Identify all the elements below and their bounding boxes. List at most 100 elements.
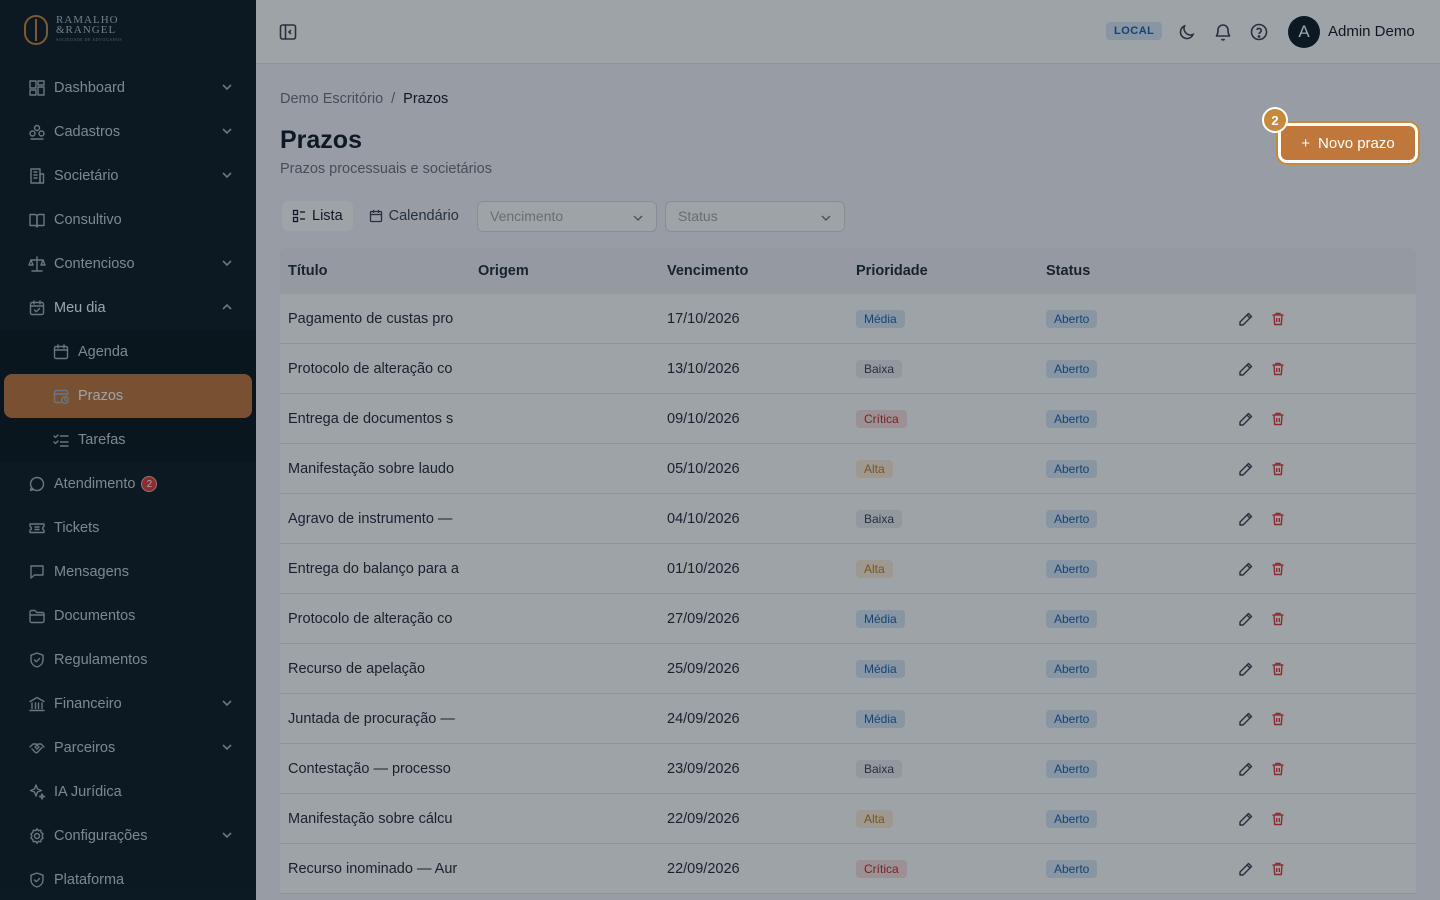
sidebar-item-prazos[interactable]: Prazos [4, 374, 252, 418]
pencil-icon[interactable] [1238, 611, 1254, 627]
view-list-button[interactable]: Lista [282, 201, 353, 231]
trash-icon[interactable] [1270, 611, 1286, 627]
trash-icon[interactable] [1270, 311, 1286, 327]
cell-titulo: Recurso de apelação [288, 660, 426, 677]
cell-actions [1228, 511, 1416, 527]
table-row[interactable]: Agravo de instrumento — 04/10/2026 Baixa Ab… [280, 494, 1416, 544]
table-row[interactable]: Protocolo de alteração co 27/09/2026 Média… [280, 594, 1416, 644]
user-name[interactable]: Admin Demo [1328, 23, 1415, 40]
trash-icon[interactable] [1270, 811, 1286, 827]
sidebar-item-agenda[interactable]: Agenda [4, 330, 252, 374]
column-header-vencimento[interactable]: Vencimento [659, 263, 848, 279]
pencil-icon[interactable] [1238, 361, 1254, 377]
sidebar-item-regulamentos[interactable]: Regulamentos [0, 638, 256, 682]
sidebar-item-dashboard[interactable]: Dashboard [0, 66, 256, 110]
sidebar-toggle-icon[interactable] [278, 22, 298, 42]
table-row[interactable]: Protocolo de alteração co 13/10/2026 Baixa… [280, 344, 1416, 394]
cell-actions [1228, 611, 1416, 627]
chevron-down-icon [220, 256, 234, 270]
trash-icon[interactable] [1270, 561, 1286, 577]
bell-icon[interactable] [1213, 22, 1233, 42]
trash-icon[interactable] [1270, 361, 1286, 377]
pencil-icon[interactable] [1238, 661, 1254, 677]
cell-prioridade: Média [848, 709, 1038, 728]
cell-prioridade: Crítica [848, 859, 1038, 878]
sidebar-item-meu-dia[interactable]: Meu dia [0, 286, 256, 330]
trash-icon[interactable] [1270, 511, 1286, 527]
cell-prioridade: Alta [848, 459, 1038, 478]
priority-badge: Crítica [856, 859, 907, 878]
status-select[interactable]: Status [665, 201, 845, 232]
new-deadline-button[interactable]: + Novo prazo [1281, 126, 1415, 160]
sidebar-item-label: Configurações [54, 828, 148, 844]
breadcrumb-separator: / [391, 91, 396, 107]
column-header-status[interactable]: Status [1038, 263, 1228, 279]
table-row[interactable]: Juntada de procuração — 24/09/2026 Média Ab… [280, 694, 1416, 744]
sidebar-item-plataforma[interactable]: Plataforma [0, 858, 256, 900]
trash-icon[interactable] [1270, 661, 1286, 677]
sidebar-submenu-meu-dia: Agenda Prazos Tarefas [0, 330, 256, 462]
table-row[interactable]: Contestação — processo 23/09/2026 Baixa Abe… [280, 744, 1416, 794]
user-avatar[interactable]: A [1288, 16, 1320, 48]
trash-icon[interactable] [1270, 711, 1286, 727]
pencil-icon[interactable] [1238, 861, 1254, 877]
cell-vencimento: 24/09/2026 [667, 710, 740, 727]
cell-actions [1228, 711, 1416, 727]
cell-vencimento: 01/10/2026 [667, 560, 740, 577]
sidebar-item-consultivo[interactable]: Consultivo [0, 198, 256, 242]
table-row[interactable]: Recurso de apelação 25/09/2026 Média Aberto [280, 644, 1416, 694]
help-icon[interactable] [1249, 22, 1269, 42]
status-placeholder: Status [678, 208, 718, 224]
pencil-icon[interactable] [1238, 561, 1254, 577]
sidebar-item-mensagens[interactable]: Mensagens [0, 550, 256, 594]
pencil-icon[interactable] [1238, 811, 1254, 827]
moon-icon[interactable] [1177, 22, 1197, 42]
table-row[interactable]: Entrega do balanço para a 01/10/2026 Alta A… [280, 544, 1416, 594]
cell-prioridade: Crítica [848, 409, 1038, 428]
sidebar-item-ia-juridica[interactable]: IA Jurídica [0, 770, 256, 814]
table-row[interactable]: Pagamento de custas pro 17/10/2026 Média Ab… [280, 294, 1416, 344]
cell-titulo: Manifestação sobre cálcu [288, 810, 453, 827]
sidebar-item-tickets[interactable]: Tickets [0, 506, 256, 550]
column-header-titulo[interactable]: Título [280, 263, 470, 279]
pencil-icon[interactable] [1238, 761, 1254, 777]
trash-icon[interactable] [1270, 461, 1286, 477]
pencil-icon[interactable] [1238, 511, 1254, 527]
pencil-icon[interactable] [1238, 461, 1254, 477]
sidebar-item-cadastros[interactable]: Cadastros [0, 110, 256, 154]
vencimento-select[interactable]: Vencimento [477, 201, 657, 232]
pencil-icon[interactable] [1238, 311, 1254, 327]
cell-titulo: Manifestação sobre laudo [288, 460, 455, 477]
column-header-prioridade[interactable]: Prioridade [848, 263, 1038, 279]
tour-step-badge: 2 [1262, 107, 1288, 133]
sidebar-item-documentos[interactable]: Documentos [0, 594, 256, 638]
cell-vencimento: 13/10/2026 [667, 360, 740, 377]
book-icon [28, 211, 46, 229]
cell-actions [1228, 861, 1416, 877]
trash-icon[interactable] [1270, 411, 1286, 427]
sidebar-item-configuracoes[interactable]: Configurações [0, 814, 256, 858]
breadcrumb-parent[interactable]: Demo Escritório [280, 91, 383, 107]
sidebar-item-tarefas[interactable]: Tarefas [4, 418, 252, 462]
scale-icon [28, 255, 46, 273]
table-row[interactable]: Recurso inominado — Aur 22/09/2026 Crítica… [280, 844, 1416, 894]
brand-logo[interactable]: RAMALHO &RANGEL SOCIEDADE DE ADVOGADOS [0, 0, 256, 60]
table-row[interactable]: Manifestação sobre cálcu 22/09/2026 Alta Ab… [280, 794, 1416, 844]
trash-icon[interactable] [1270, 761, 1286, 777]
status-badge: Aberto [1046, 609, 1098, 628]
table-row[interactable]: Manifestação sobre laudo 05/10/2026 Alta Ab… [280, 444, 1416, 494]
sidebar-item-parceiros[interactable]: Parceiros [0, 726, 256, 770]
sidebar-item-label: IA Jurídica [54, 784, 122, 800]
sidebar-item-label: Meu dia [54, 300, 106, 316]
sidebar-item-atendimento[interactable]: Atendimento 2 [0, 462, 256, 506]
table-row[interactable]: Entrega de documentos s 09/10/2026 Crítica… [280, 394, 1416, 444]
sidebar-item-contencioso[interactable]: Contencioso [0, 242, 256, 286]
pencil-icon[interactable] [1238, 711, 1254, 727]
sidebar-item-label: Dashboard [54, 80, 125, 96]
sidebar-item-societario[interactable]: Societário [0, 154, 256, 198]
trash-icon[interactable] [1270, 861, 1286, 877]
view-calendar-button[interactable]: Calendário [359, 201, 469, 231]
pencil-icon[interactable] [1238, 411, 1254, 427]
sidebar-item-financeiro[interactable]: Financeiro [0, 682, 256, 726]
column-header-origem[interactable]: Origem [470, 263, 659, 279]
